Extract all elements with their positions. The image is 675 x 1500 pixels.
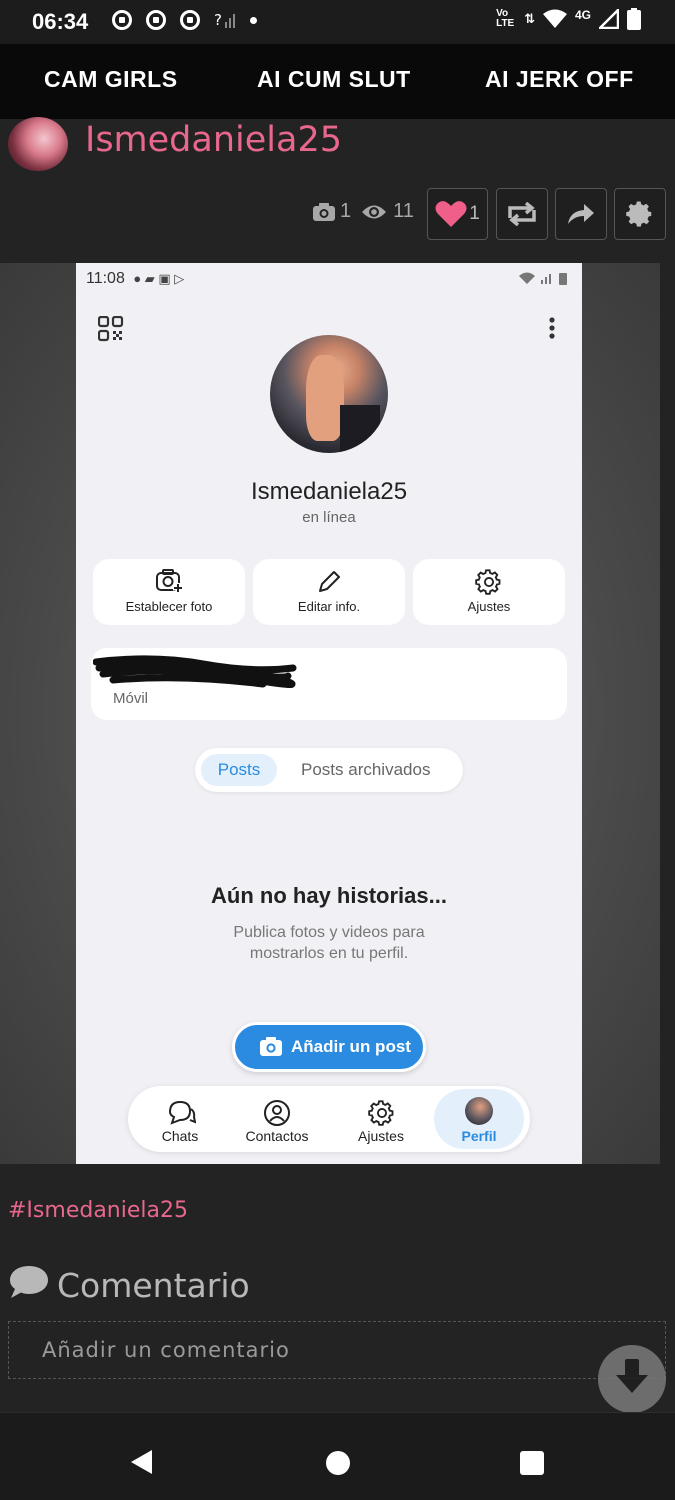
notification-icons: ?: [112, 10, 257, 30]
edit-info-card[interactable]: Editar info.: [253, 559, 405, 625]
data-arrows-icon: ⇅: [524, 11, 535, 26]
screenshot-online-status: en línea: [302, 509, 356, 526]
notification-icon: [180, 10, 200, 30]
comment-bubble-icon: [10, 1266, 48, 1298]
heart-icon: [435, 201, 467, 227]
settings-card-label: Ajustes: [467, 599, 511, 614]
phone-number-card: Móvil: [91, 648, 567, 720]
phone-type-label: Móvil: [113, 690, 149, 707]
nav-profile[interactable]: Perfil: [434, 1089, 524, 1149]
back-icon[interactable]: [130, 1449, 154, 1475]
profile-photo-shape: [340, 405, 380, 453]
nav-profile-label: Perfil: [461, 1128, 497, 1144]
qr-code-icon[interactable]: [98, 316, 124, 342]
top-navigation: CAM GIRLS AI CUM SLUT AI JERK OFF: [0, 44, 675, 119]
nav-chats-label: Chats: [161, 1128, 199, 1144]
nav-ai-cum-slut[interactable]: AI CUM SLUT: [257, 66, 411, 93]
post-stats: 1 11: [312, 200, 414, 223]
settings-gear-icon: [368, 1100, 394, 1126]
set-photo-label: Establecer foto: [125, 599, 213, 614]
battery-icon: [627, 8, 641, 30]
edit-pencil-icon: [319, 571, 340, 592]
no-signal-icon: ?: [214, 11, 235, 29]
chat-bubbles-icon: [168, 1100, 196, 1125]
tab-archived-posts[interactable]: Posts archivados: [301, 754, 430, 786]
more-vertical-icon[interactable]: [548, 316, 556, 340]
status-bar: 06:34 ? Vo LTE ⇅ 4G: [0, 0, 675, 44]
like-count: 1: [469, 203, 480, 224]
nav-ai-jerk-off[interactable]: AI JERK OFF: [485, 66, 634, 93]
nav-settings-label: Ajustes: [358, 1128, 404, 1144]
repost-button[interactable]: [496, 188, 548, 240]
screenshot-status-bar: 11:08 ● ▰ ▣ ▷: [86, 270, 184, 288]
camera-icon: [260, 1037, 282, 1056]
settings-gear-icon: [475, 569, 501, 595]
photo-count: 1: [340, 200, 352, 222]
profile-photo[interactable]: [270, 335, 388, 453]
add-post-label: Añadir un post: [291, 1037, 411, 1056]
settings-card[interactable]: Ajustes: [413, 559, 565, 625]
screenshot-notification-icons: ● ▰ ▣ ▷: [133, 271, 185, 286]
redacted-scribble: [93, 655, 297, 688]
set-photo-card[interactable]: Establecer foto: [93, 559, 245, 625]
volte-label: Vo LTE: [496, 8, 515, 29]
empty-state-title: Aún no hay historias...: [211, 883, 447, 908]
post-hashtag[interactable]: #Ismedaniela25: [8, 1198, 188, 1223]
repost-icon: [508, 202, 536, 226]
empty-state-description-2: mostrarlos en tu perfil.: [249, 945, 409, 962]
settings-button[interactable]: [614, 188, 666, 240]
edit-info-label: Editar info.: [297, 599, 361, 614]
svg-text:?: ?: [214, 11, 222, 29]
user-avatar[interactable]: [8, 117, 68, 171]
embedded-screenshot: 11:08 ● ▰ ▣ ▷ Ismedaniela25 en línea Est…: [76, 263, 582, 1164]
profile-mini-avatar: [465, 1097, 493, 1125]
camera-icon: [313, 202, 335, 221]
post-image[interactable]: 11:08 ● ▰ ▣ ▷ Ismedaniela25 en línea Est…: [0, 263, 660, 1164]
nav-contacts-label: Contactos: [245, 1128, 309, 1144]
eye-icon: [362, 205, 387, 218]
view-count: 11: [393, 200, 414, 222]
posts-tab-bar: Posts Posts archivados: [195, 748, 463, 792]
share-button[interactable]: [555, 188, 607, 240]
notification-icon: [112, 10, 132, 30]
network-type: 4G: [574, 8, 591, 22]
tab-posts[interactable]: Posts: [201, 754, 277, 786]
screenshot-bottom-nav: Chats Contactos Ajustes Perfil: [128, 1086, 530, 1152]
gear-icon: [626, 201, 652, 227]
status-time: 06:34: [32, 9, 89, 34]
arrow-down-icon: [616, 1359, 648, 1393]
system-navigation-bar: [0, 1412, 675, 1500]
empty-state-description-1: Publica fotos y videos para: [233, 924, 425, 941]
nav-cam-girls[interactable]: CAM GIRLS: [44, 66, 178, 93]
screenshot-profile-name: Ismedaniela25: [250, 478, 408, 505]
screenshot-time: 11:08: [86, 270, 125, 287]
post-username[interactable]: Ismedaniela25: [85, 120, 342, 160]
profile-photo-figure: [306, 355, 344, 441]
system-icons: Vo LTE ⇅ 4G: [496, 8, 641, 30]
chat-notification-icon: [146, 10, 166, 30]
recents-icon[interactable]: [520, 1451, 544, 1475]
home-icon[interactable]: [326, 1451, 350, 1475]
comments-title: Comentario: [57, 1266, 250, 1305]
nav-chats[interactable]: Chats: [134, 1089, 226, 1149]
add-post-button[interactable]: Añadir un post: [232, 1022, 426, 1072]
comment-input[interactable]: [8, 1321, 666, 1379]
wifi-icon: [542, 9, 567, 28]
scroll-down-button[interactable]: [598, 1345, 666, 1413]
add-photo-icon: [156, 569, 183, 593]
contacts-icon: [264, 1100, 290, 1126]
nav-settings[interactable]: Ajustes: [335, 1089, 427, 1149]
like-button[interactable]: 1: [427, 188, 488, 240]
share-icon: [568, 204, 594, 224]
dot-icon: [250, 16, 257, 24]
screenshot-system-icons: [519, 272, 567, 285]
cell-signal-icon: [599, 9, 619, 29]
nav-contacts[interactable]: Contactos: [231, 1089, 323, 1149]
